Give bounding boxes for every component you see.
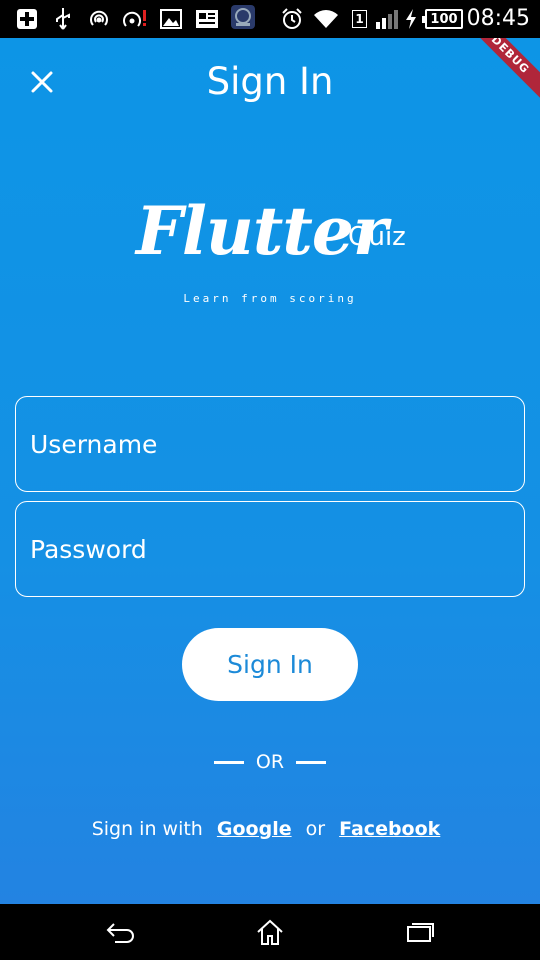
usb-icon xyxy=(54,8,72,30)
page-title: Sign In xyxy=(206,60,334,103)
news-icon xyxy=(195,8,219,30)
app-icon xyxy=(230,5,256,29)
status-bar: 1 100 08:45 xyxy=(0,0,540,38)
google-sign-in-link[interactable]: Google xyxy=(217,818,292,840)
battery-indicator: 100 xyxy=(422,9,463,29)
nav-recents-button[interactable] xyxy=(390,914,450,950)
alarm-icon xyxy=(280,8,304,30)
home-icon xyxy=(257,919,283,945)
nav-home-button[interactable] xyxy=(240,914,300,950)
logo-tagline: Learn from scoring xyxy=(183,292,357,305)
password-field[interactable] xyxy=(15,501,525,597)
username-field[interactable] xyxy=(15,396,525,492)
sign-in-button[interactable]: Sign In xyxy=(182,628,358,701)
hotspot-icon xyxy=(88,8,110,30)
divider-line-right xyxy=(296,760,327,764)
wifi-icon xyxy=(313,8,339,30)
sim-indicator: 1 xyxy=(352,10,367,28)
social-sign-in: Sign in with Google or Facebook xyxy=(0,818,540,840)
divider-line-left xyxy=(213,760,244,764)
logo-sub-text: Quiz xyxy=(348,222,406,252)
nav-back-button[interactable] xyxy=(90,914,150,950)
facebook-sign-in-link[interactable]: Facebook xyxy=(339,818,440,840)
recents-icon xyxy=(407,923,434,942)
or-divider: OR xyxy=(0,748,540,776)
app-logo: Flutter Quiz xyxy=(136,192,436,282)
signal-icon xyxy=(374,8,398,30)
charging-icon xyxy=(404,8,418,30)
image-icon xyxy=(160,8,182,30)
system-nav-bar xyxy=(0,904,540,960)
wifi-alert-icon xyxy=(122,8,150,30)
add-icon xyxy=(16,8,38,30)
status-time: 08:45 xyxy=(466,6,530,31)
divider-label: OR xyxy=(255,751,285,773)
social-prefix: Sign in with xyxy=(91,818,203,840)
back-icon xyxy=(106,923,134,943)
app-screen: DEBUG Sign In Flutter Quiz Learn from sc… xyxy=(0,38,540,904)
social-connector: or xyxy=(305,818,326,840)
